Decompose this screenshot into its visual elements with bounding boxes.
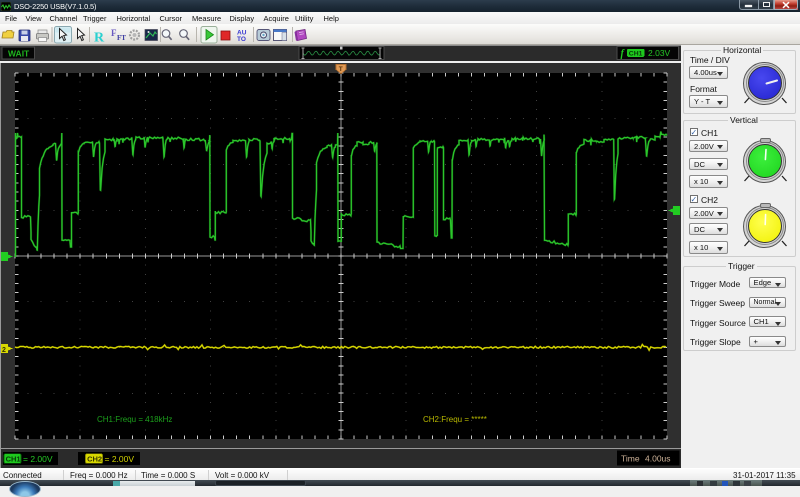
- svg-text:= 2.00V: = 2.00V: [23, 454, 53, 464]
- svg-text:CH1:Frequ = 418kHz: CH1:Frequ = 418kHz: [97, 415, 172, 424]
- svg-text:R: R: [94, 31, 105, 46]
- svg-text:FT: FT: [117, 34, 126, 42]
- svg-text:Time: Time: [621, 454, 640, 464]
- svg-text:WAIT: WAIT: [8, 49, 30, 59]
- svg-text:= 2.00V: = 2.00V: [105, 454, 135, 464]
- svg-text:CH2: CH2: [87, 455, 102, 464]
- svg-text:2.03V: 2.03V: [648, 48, 671, 58]
- svg-text:2: 2: [2, 347, 6, 354]
- svg-text:CH2:Frequ = *****: CH2:Frequ = *****: [423, 415, 487, 424]
- svg-text:4.00us: 4.00us: [645, 454, 671, 464]
- svg-text:TO: TO: [237, 36, 246, 43]
- svg-text:CH1: CH1: [629, 50, 643, 57]
- svg-text:CH1: CH1: [6, 455, 21, 464]
- svg-text:T: T: [339, 66, 343, 73]
